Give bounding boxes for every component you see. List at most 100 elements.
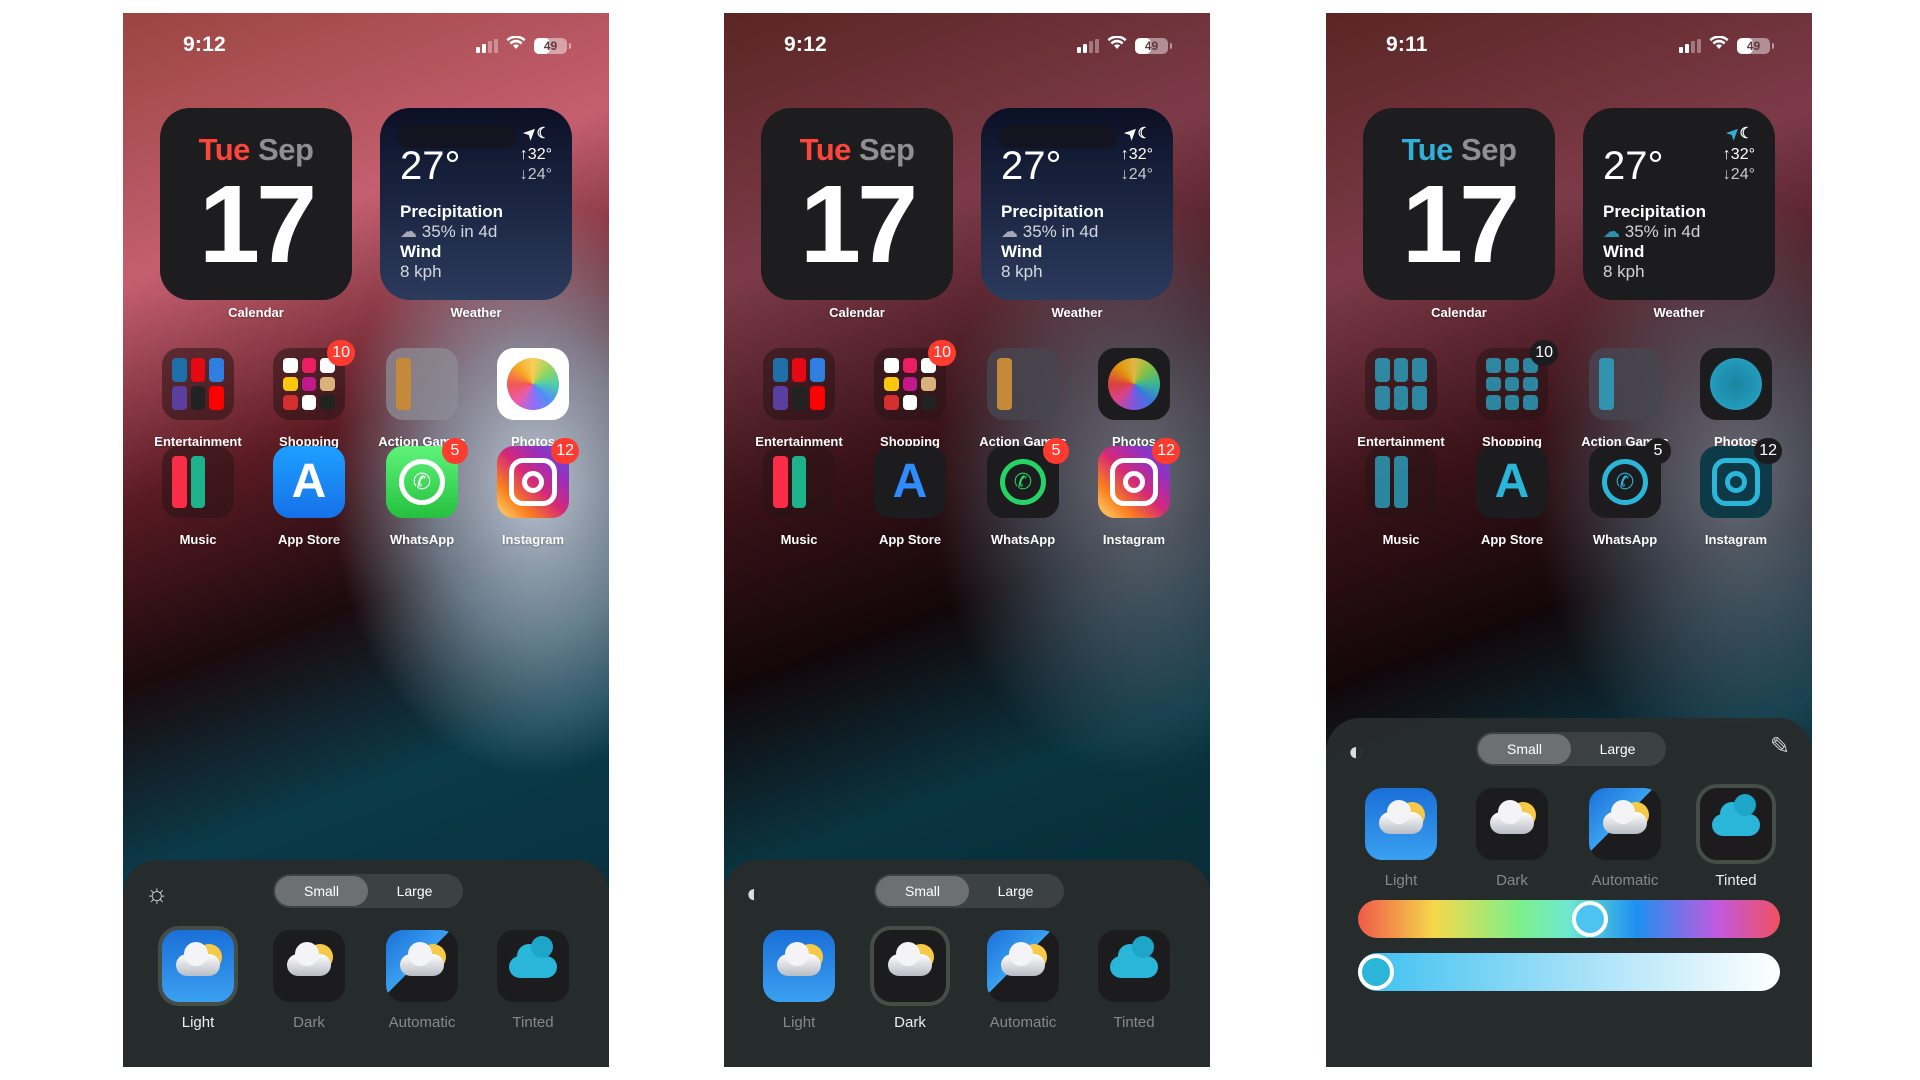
app-whatsapp[interactable]: ✆ 5 WhatsApp xyxy=(973,438,1073,547)
weather-status-icons: ➤ ☾ xyxy=(1121,123,1151,144)
status-time: 9:12 xyxy=(183,33,226,56)
style-option-dark[interactable]: Dark xyxy=(259,930,359,1031)
icon-style-options: Light Dark Automatic Tinted xyxy=(123,930,609,1031)
calendar-day: 17 xyxy=(198,163,317,286)
app-entertainment[interactable]: Entertainment xyxy=(749,348,849,449)
hue-slider[interactable] xyxy=(1358,900,1780,938)
whatsapp-icon: ✆ 5 xyxy=(386,438,468,518)
wifi-icon xyxy=(1709,35,1729,55)
style-option-label: Dark xyxy=(293,1014,325,1031)
icon-size-segmented-control[interactable]: Small Large xyxy=(273,874,463,908)
app-photos[interactable]: Photos xyxy=(1084,348,1184,449)
size-option-large[interactable]: Large xyxy=(969,876,1062,906)
style-option-automatic[interactable]: Automatic xyxy=(1575,788,1675,889)
weather-light-icon xyxy=(162,930,234,1002)
size-option-large[interactable]: Large xyxy=(1571,734,1664,764)
eyedropper-icon[interactable]: ✎ xyxy=(1770,732,1790,761)
app-action-games[interactable]: Action Games xyxy=(1575,348,1675,449)
app-instagram[interactable]: 12 Instagram xyxy=(1686,438,1786,547)
style-option-tinted[interactable]: Tinted xyxy=(1686,788,1786,889)
size-option-small[interactable]: Small xyxy=(1478,734,1571,764)
tinted-cloud xyxy=(1110,936,1158,978)
app-label: Instagram xyxy=(1102,532,1166,547)
brightness-toggle-icon[interactable]: ◐ xyxy=(746,878,762,909)
app-label: App Store xyxy=(878,532,942,547)
icon-size-segmented-control[interactable]: Small Large xyxy=(1476,732,1666,766)
style-option-light[interactable]: Light xyxy=(1351,788,1451,889)
entertainment-folder-icon xyxy=(162,348,234,420)
precipitation-value: 35% in 4d xyxy=(1624,222,1701,241)
saturation-slider-thumb[interactable] xyxy=(1358,954,1394,990)
style-option-automatic[interactable]: Automatic xyxy=(372,930,472,1031)
battery-icon: 49 xyxy=(534,37,571,54)
weather-automatic-icon xyxy=(1589,788,1661,860)
brightness-toggle-icon[interactable]: ☼ xyxy=(145,878,169,909)
style-option-label: Dark xyxy=(1496,872,1528,889)
weather-automatic-icon xyxy=(987,930,1059,1002)
app-entertainment[interactable]: Entertainment xyxy=(148,348,248,449)
notification-badge: 5 xyxy=(1645,438,1671,464)
app-app-store[interactable]: A App Store xyxy=(1462,446,1562,547)
app-shopping[interactable]: 10 Shopping xyxy=(259,340,359,449)
calendar-widget[interactable]: Tue Sep 17 xyxy=(160,108,352,300)
size-option-small[interactable]: Small xyxy=(876,876,969,906)
calendar-widget-label: Calendar xyxy=(1431,305,1487,320)
app-shopping[interactable]: 10 Shopping xyxy=(860,340,960,449)
style-option-tinted[interactable]: Tinted xyxy=(1084,930,1184,1031)
size-option-small[interactable]: Small xyxy=(275,876,368,906)
calendar-widget[interactable]: Tue Sep 17 xyxy=(761,108,953,300)
size-option-large[interactable]: Large xyxy=(368,876,461,906)
app-whatsapp[interactable]: ✆ 5 WhatsApp xyxy=(1575,438,1675,547)
weather-widget[interactable]: ➤ ☾ 27° ↑32° ↓24° Precipitation ☁ 35% in 4d Wi… xyxy=(1583,108,1775,300)
notification-badge: 10 xyxy=(1530,340,1558,366)
customize-panel: ◐ Small Large Light Dark Automatic Tinted xyxy=(724,860,1210,1067)
saturation-slider[interactable] xyxy=(1358,953,1780,991)
entertainment-folder-icon xyxy=(763,348,835,420)
precipitation-label: Precipitation xyxy=(1001,202,1104,221)
cellular-signal-icon xyxy=(1077,38,1099,53)
weather-status-icons: ➤ ☾ xyxy=(520,123,550,144)
style-option-dark[interactable]: Dark xyxy=(1462,788,1562,889)
style-option-light[interactable]: Light xyxy=(749,930,849,1031)
app-music[interactable]: Music xyxy=(749,446,849,547)
app-instagram[interactable]: 12 Instagram xyxy=(1084,438,1184,547)
app-photos[interactable]: Photos xyxy=(1686,348,1786,449)
wind-value: 8 kph xyxy=(1001,262,1043,281)
icon-size-segmented-control[interactable]: Small Large xyxy=(874,874,1064,908)
calendar-month: Sep xyxy=(859,132,915,167)
weather-temperature: 27° xyxy=(1603,144,1664,188)
app-app-store[interactable]: A App Store xyxy=(860,446,960,547)
app-photos[interactable]: Photos xyxy=(483,348,583,449)
tinted-cloud xyxy=(509,936,557,978)
instagram-icon: 12 xyxy=(1098,438,1180,518)
app-shopping[interactable]: 10 Shopping xyxy=(1462,340,1562,449)
notification-badge: 12 xyxy=(551,438,579,464)
app-music[interactable]: Music xyxy=(148,446,248,547)
app-whatsapp[interactable]: ✆ 5 WhatsApp xyxy=(372,438,472,547)
style-option-label: Automatic xyxy=(1591,872,1659,889)
status-bar: 9:11 49 xyxy=(1326,33,1812,59)
app-music[interactable]: Music xyxy=(1351,446,1451,547)
brightness-toggle-icon[interactable]: ◐ xyxy=(1348,736,1364,767)
cloud-shape xyxy=(1001,942,1045,976)
status-time: 9:12 xyxy=(784,33,827,56)
app-entertainment[interactable]: Entertainment xyxy=(1351,348,1451,449)
weather-low: ↓24° xyxy=(519,166,552,183)
style-option-light[interactable]: Light xyxy=(148,930,248,1031)
app-label: Music xyxy=(1382,532,1420,547)
app-action-games[interactable]: Action Games xyxy=(973,348,1073,449)
style-option-dark[interactable]: Dark xyxy=(860,930,960,1031)
style-option-automatic[interactable]: Automatic xyxy=(973,930,1073,1031)
app-instagram[interactable]: 12 Instagram xyxy=(483,438,583,547)
weather-temperature: 27° xyxy=(1001,144,1062,188)
calendar-widget[interactable]: Tue Sep 17 xyxy=(1363,108,1555,300)
app-action-games[interactable]: Action Games xyxy=(372,348,472,449)
hue-slider-thumb[interactable] xyxy=(1572,901,1609,937)
weather-widget[interactable]: ➤ ☾ 27° ↑32° ↓24° Precipitation ☁ 35% in 4d Wi… xyxy=(981,108,1173,300)
style-option-tinted[interactable]: Tinted xyxy=(483,930,583,1031)
style-option-label: Automatic xyxy=(989,1014,1057,1031)
weather-widget[interactable]: ➤ ☾ 27° ↑32° ↓24° Precipitation ☁ 35% in 4d Wi… xyxy=(380,108,572,300)
folder-preview xyxy=(773,358,825,410)
battery-percent: 49 xyxy=(1746,38,1761,53)
app-app-store[interactable]: A App Store xyxy=(259,446,359,547)
